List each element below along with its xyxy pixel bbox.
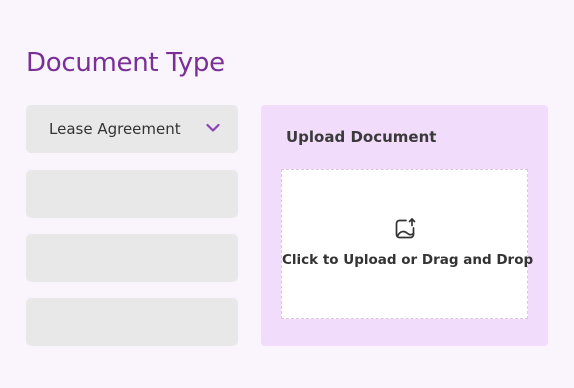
upload-prompt-text: Click to Upload or Drag and Drop xyxy=(282,252,534,268)
document-type-select[interactable]: Lease Agreement xyxy=(26,105,238,153)
upload-document-heading: Upload Document xyxy=(286,128,437,146)
upload-dropzone[interactable]: Click to Upload or Drag and Drop xyxy=(281,169,534,319)
document-type-field-4[interactable] xyxy=(26,298,238,346)
document-type-selected-value: Lease Agreement xyxy=(49,120,181,138)
document-type-field-2[interactable] xyxy=(26,170,238,218)
image-upload-icon xyxy=(395,218,415,239)
page-title: Document Type xyxy=(26,48,225,78)
document-type-field-3[interactable] xyxy=(26,234,238,282)
chevron-down-icon xyxy=(206,123,220,132)
upload-document-panel: Upload Document Click to Upload or Drag … xyxy=(261,105,548,346)
